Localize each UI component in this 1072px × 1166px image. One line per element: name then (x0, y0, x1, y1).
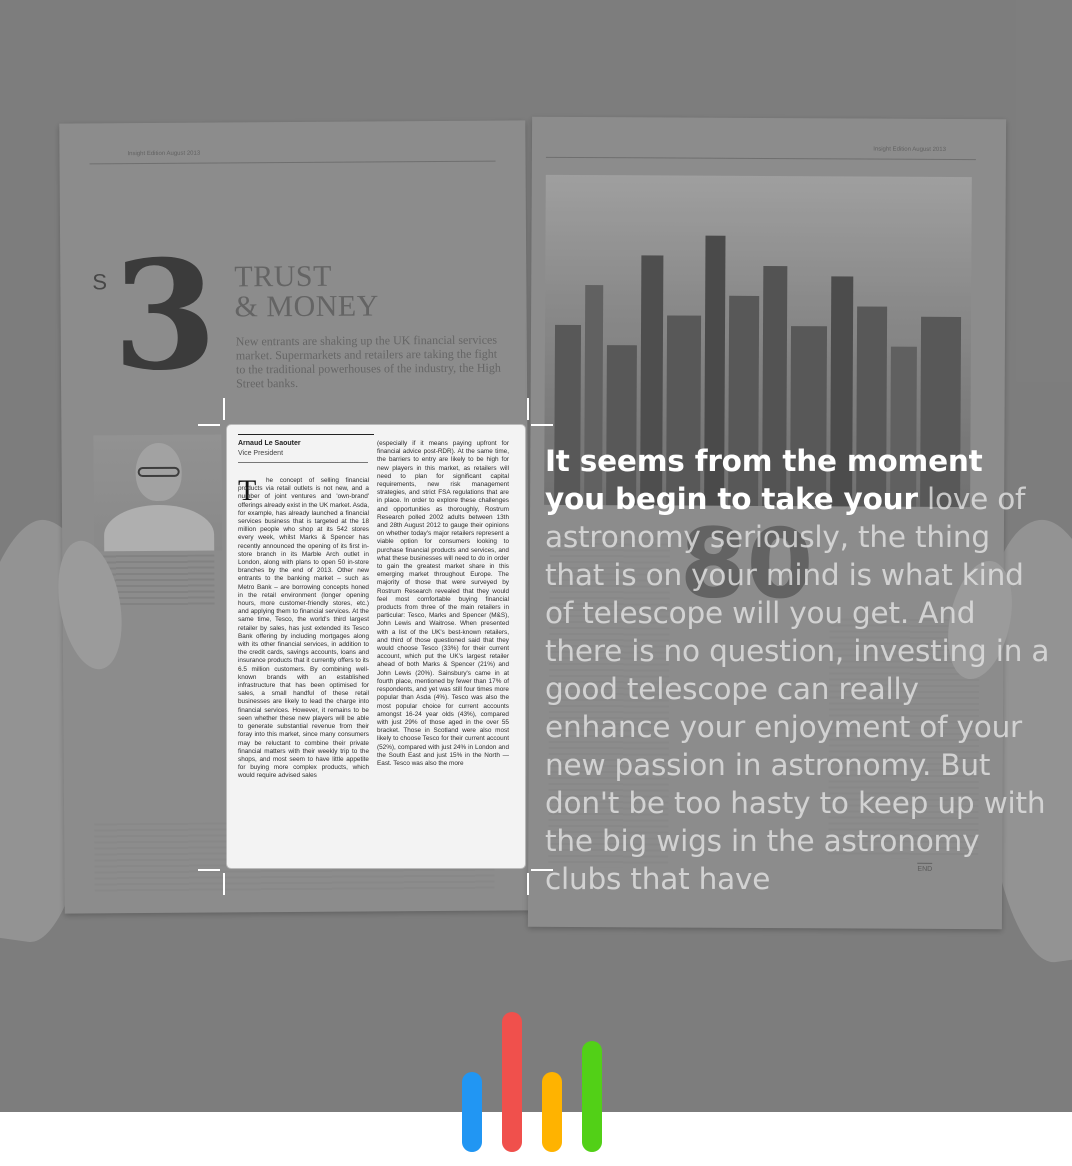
crop-corner-top-right-icon[interactable] (527, 398, 553, 426)
voice-level-bar (542, 1072, 562, 1152)
crop-corner-top-left-icon[interactable] (198, 398, 225, 426)
scanned-text-region[interactable]: Arnaud Le Saouter Vice President T he co… (227, 425, 525, 868)
read-aloud-spoken-text: It seems from the moment you begin to ta… (545, 444, 983, 516)
voice-level-bar (462, 1072, 482, 1152)
article-column-2: (especially if it means paying upfront f… (377, 440, 509, 767)
article-column-1: he concept of selling financial products… (238, 477, 369, 780)
crop-corner-bottom-left-icon[interactable] (198, 869, 225, 895)
author-name: Arnaud Le Saouter (238, 440, 301, 447)
author-role: Vice President (238, 450, 284, 457)
voice-level-bars-icon[interactable] (462, 1012, 604, 1152)
author-divider (238, 462, 368, 463)
column-top-rule (238, 434, 374, 435)
read-aloud-pending-text: love of astronomy seriously, the thing t… (545, 482, 1050, 896)
voice-level-bar (582, 1041, 602, 1152)
read-aloud-text: It seems from the moment you begin to ta… (545, 442, 1050, 898)
voice-level-bar (502, 1012, 522, 1152)
